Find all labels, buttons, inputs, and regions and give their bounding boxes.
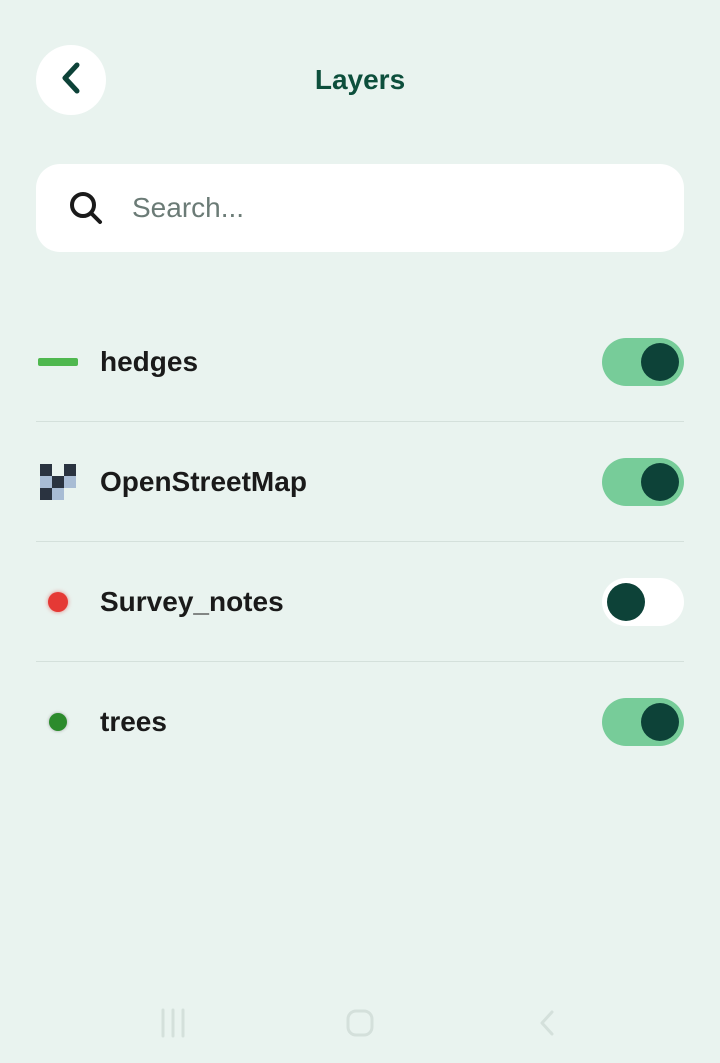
layer-label: OpenStreetMap <box>100 466 602 498</box>
layer-osm-icon <box>36 460 80 504</box>
layer-hedges-icon <box>36 340 80 384</box>
layers-list: hedges OpenStreetMap Survey_notes <box>0 302 720 782</box>
layer-row-openstreetmap[interactable]: OpenStreetMap <box>36 422 684 542</box>
header: Layers <box>0 0 720 120</box>
layer-toggle-survey-notes[interactable] <box>602 578 684 626</box>
search-icon <box>68 190 104 226</box>
layer-row-hedges[interactable]: hedges <box>36 302 684 422</box>
layer-label: trees <box>100 706 602 738</box>
layer-survey-icon <box>36 580 80 624</box>
layer-toggle-hedges[interactable] <box>602 338 684 386</box>
layer-row-survey-notes[interactable]: Survey_notes <box>36 542 684 662</box>
page-title: Layers <box>315 64 405 96</box>
layer-row-trees[interactable]: trees <box>36 662 684 782</box>
android-home-button[interactable] <box>340 1003 380 1043</box>
search-container <box>36 164 684 252</box>
layer-label: hedges <box>100 346 602 378</box>
back-button[interactable] <box>36 45 106 115</box>
search-input[interactable] <box>132 192 652 224</box>
layer-toggle-openstreetmap[interactable] <box>602 458 684 506</box>
android-back-button[interactable] <box>527 1003 567 1043</box>
layer-toggle-trees[interactable] <box>602 698 684 746</box>
android-nav-bar <box>0 983 720 1063</box>
search-box[interactable] <box>36 164 684 252</box>
android-recents-button[interactable] <box>153 1003 193 1043</box>
chevron-left-icon <box>59 61 83 100</box>
layer-label: Survey_notes <box>100 586 602 618</box>
layer-trees-icon <box>36 700 80 744</box>
